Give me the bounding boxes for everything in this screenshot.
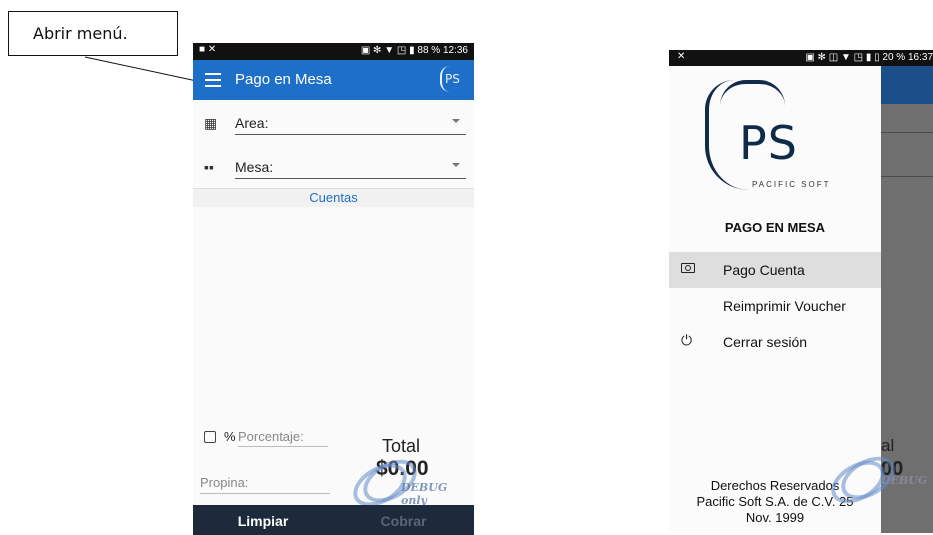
dropdown-arrow-icon [452, 163, 460, 167]
percent-symbol: % [224, 429, 236, 444]
pacific-soft-logo-icon: PS [440, 66, 466, 92]
phone-screen-main: ■ ✕ ▣ ✻ ▼ ◳ ▮ 88 % 12:36 Pago en Mesa PS… [193, 43, 474, 535]
bottom-action-bar: Limpiar Cobrar [193, 505, 474, 535]
status-right-icons: ▣ ✻ ▼ ◳ ▮ 88 % 12:36 [360, 45, 468, 56]
logo-text: PS [739, 116, 798, 170]
cobrar-button[interactable]: Cobrar [333, 505, 474, 535]
status-bar: ✕ ▣ ✻ ◫ ▼ ◳ ▮ ▯ 20 % 16:37 [669, 50, 933, 66]
area-underline [235, 134, 466, 135]
menu-item-reimprimir-voucher[interactable]: Reimprimir Voucher [669, 288, 881, 324]
callout-text: Abrir menú. [33, 24, 128, 43]
logo-subtitle: PACIFIC SOFT [752, 180, 831, 189]
behind-total-fragment: al [881, 436, 895, 455]
menu-item-label: Pago Cuenta [723, 262, 805, 278]
cuentas-list[interactable] [196, 207, 471, 457]
propina-input[interactable]: Propina: [200, 475, 330, 494]
cash-icon [681, 262, 695, 276]
navigation-drawer: PS PACIFIC SOFT PAGO EN MESA Pago Cuenta… [669, 66, 881, 533]
mesa-select[interactable]: ▪▪ Mesa: [200, 153, 466, 183]
total-label: Total [382, 436, 421, 456]
status-right-icons: ▣ ✻ ◫ ▼ ◳ ▮ ▯ 20 % 16:37 [805, 52, 933, 63]
cuentas-header: Cuentas [193, 188, 474, 207]
grid-table-icon: ▦ [204, 115, 218, 131]
percent-checkbox[interactable] [204, 431, 216, 443]
porcentaje-input[interactable]: Porcentaje: [238, 429, 328, 447]
mesa-underline [235, 178, 466, 179]
area-select[interactable]: ▦ Area: [200, 109, 466, 139]
drawer-app-name: PAGO EN MESA [724, 220, 826, 235]
menu-item-label: Cerrar sesión [723, 334, 808, 350]
toolbar-title: Pago en Mesa [235, 71, 332, 88]
dimmed-toolbar [881, 66, 933, 104]
phone-screen-drawer: ✕ ▣ ✻ ◫ ▼ ◳ ▮ ▯ 20 % 16:37 al 00 DEBUG P… [669, 50, 933, 533]
callout-box: Abrir menú. [8, 11, 178, 56]
status-bar: ■ ✕ ▣ ✻ ▼ ◳ ▮ 88 % 12:36 [193, 43, 474, 60]
app-toolbar: Pago en Mesa PS [193, 60, 474, 100]
table-blocks-icon: ▪▪ [204, 159, 214, 175]
mesa-label: Mesa: [235, 159, 274, 175]
logo-text: PS [445, 72, 460, 86]
pacific-soft-logo: PS PACIFIC SOFT [705, 80, 855, 195]
debug-text: DEBUG only [401, 481, 448, 507]
status-left-icons: ✕ [677, 51, 686, 62]
menu-item-cerrar-sesion[interactable]: ⏻ Cerrar sesión [669, 324, 881, 360]
power-icon: ⏻ [681, 332, 693, 348]
hamburger-menu-icon[interactable] [205, 73, 221, 87]
status-left-icons: ■ ✕ [199, 44, 217, 55]
menu-item-label: Reimprimir Voucher [723, 298, 846, 314]
menu-item-pago-cuenta[interactable]: Pago Cuenta [669, 252, 881, 288]
limpiar-button[interactable]: Limpiar [193, 505, 333, 535]
area-label: Area: [235, 115, 269, 131]
footer-line-3: Nov. 1999 [745, 510, 805, 525]
dropdown-arrow-icon [452, 119, 460, 123]
